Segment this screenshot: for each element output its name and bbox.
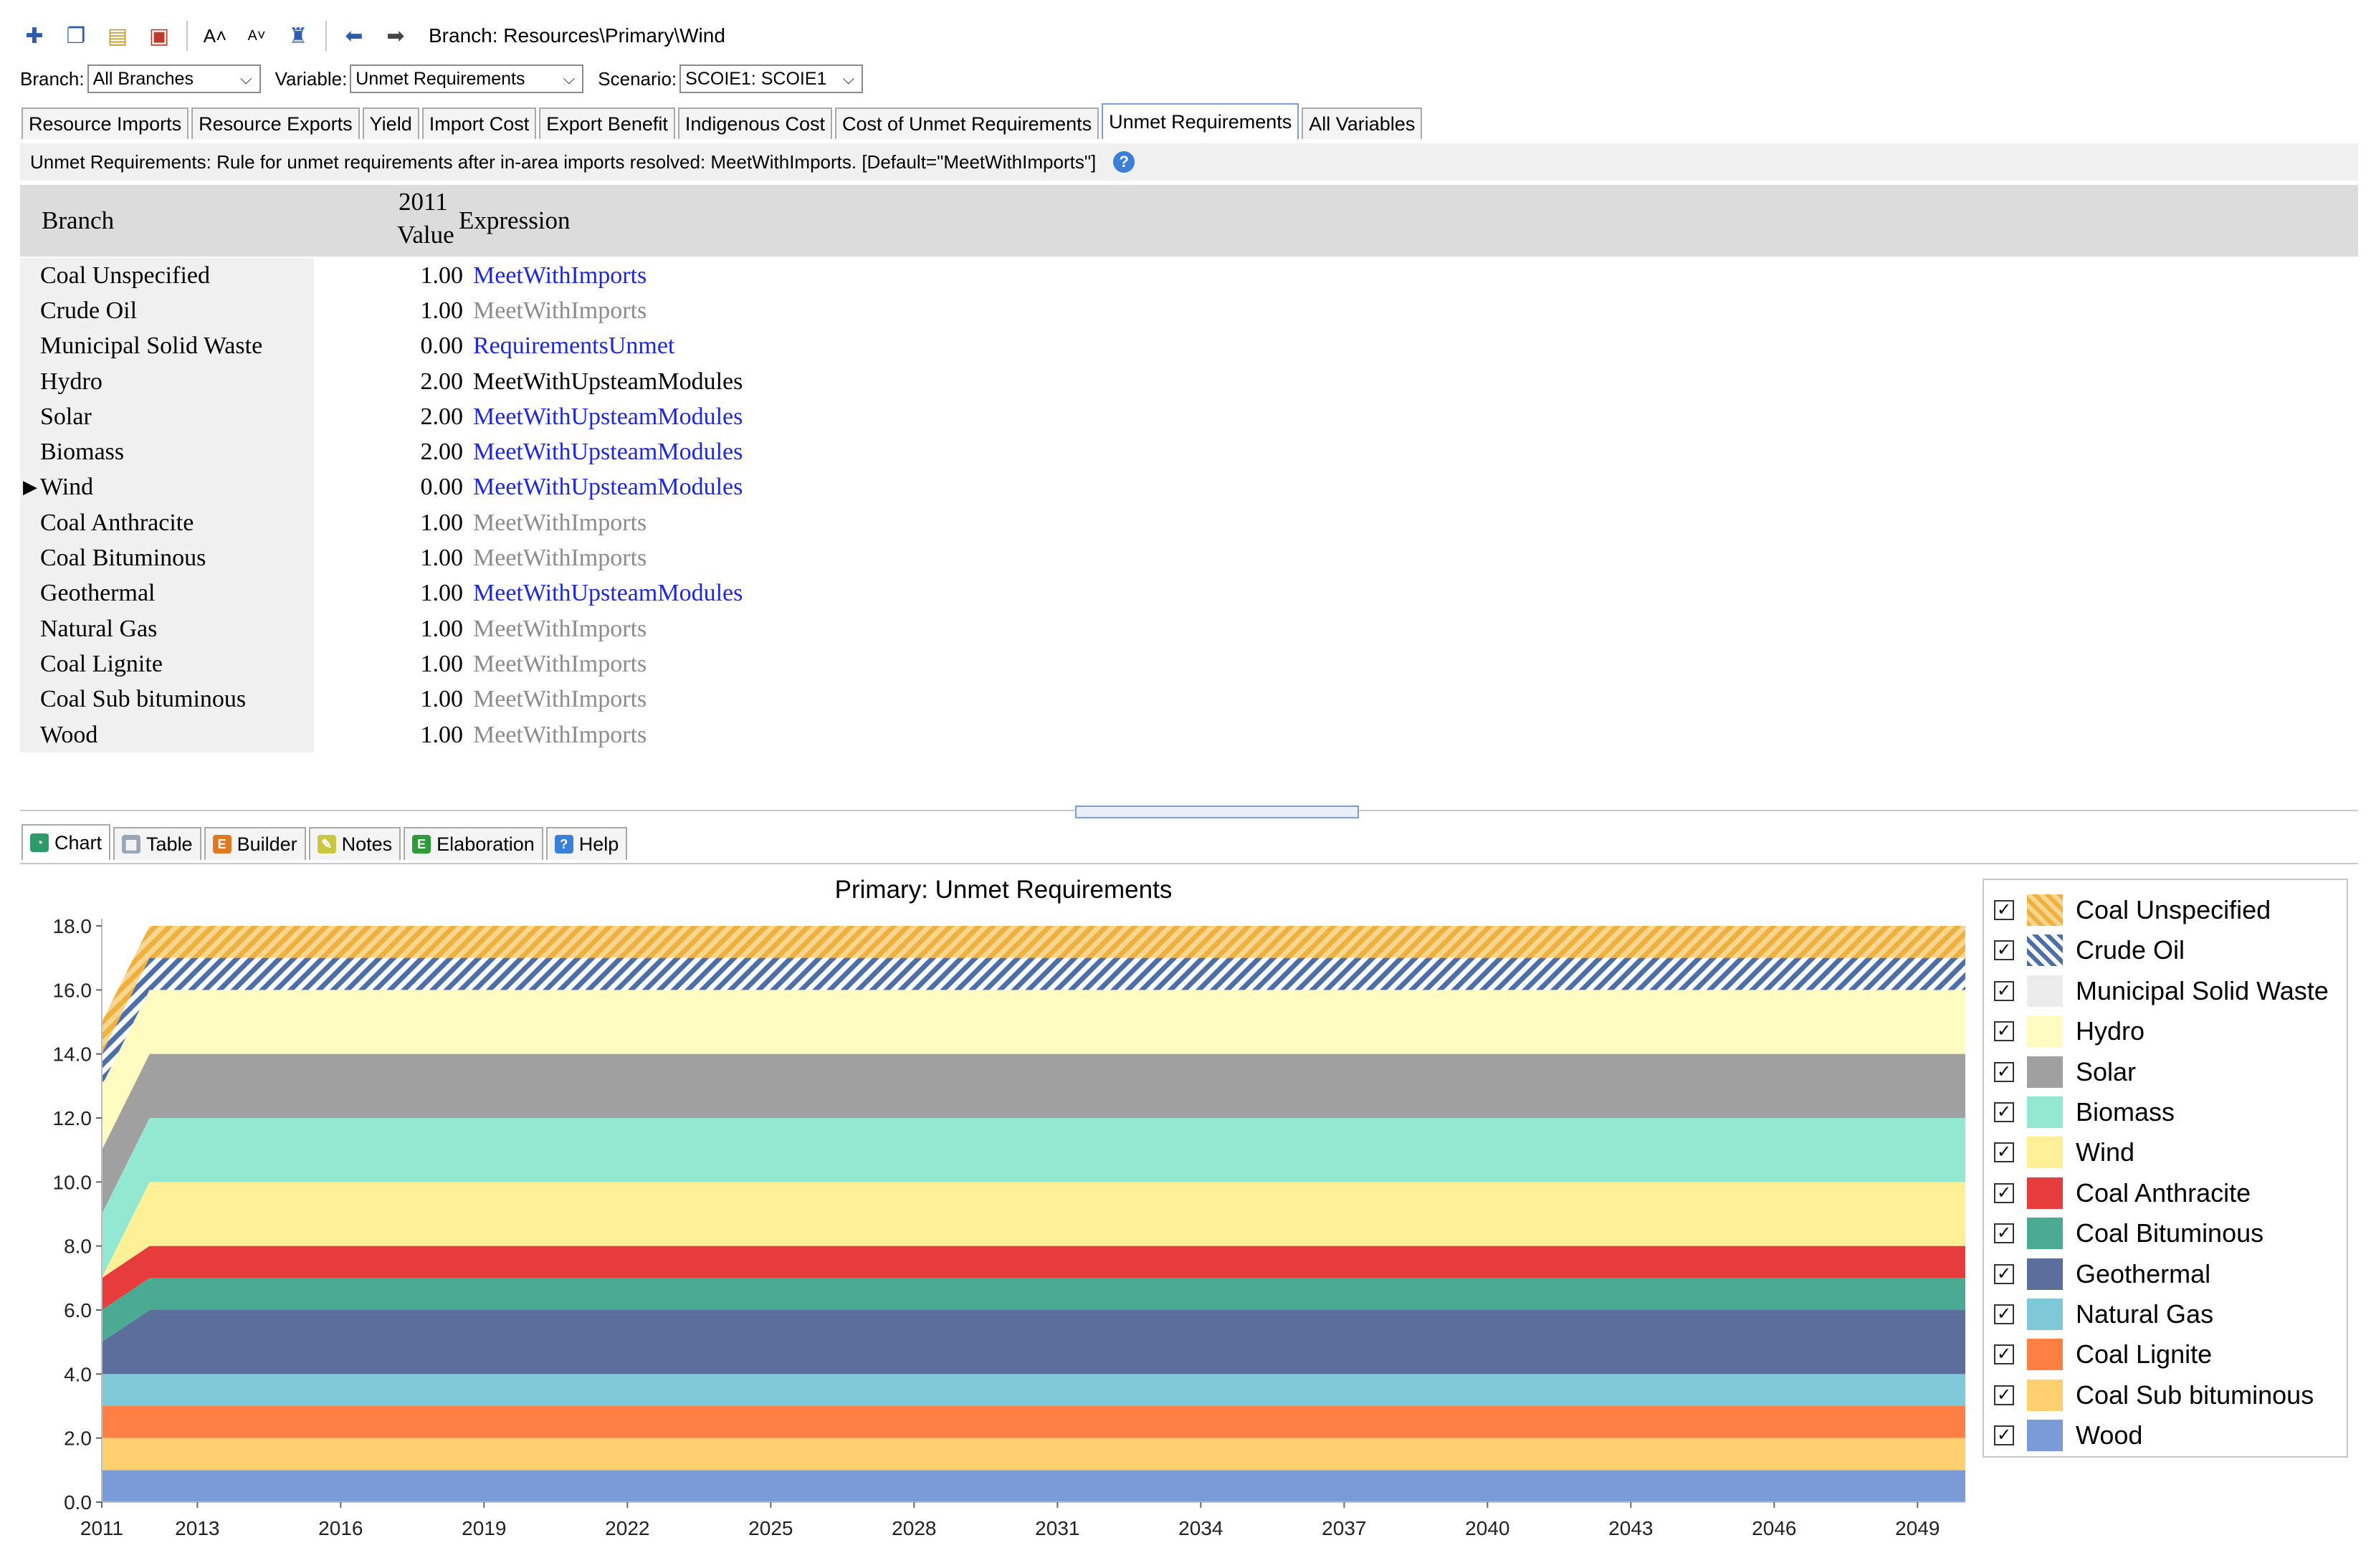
- legend-item[interactable]: ✓ Municipal Solid Waste: [1984, 971, 2329, 1011]
- x-tick-label: 2011: [80, 1517, 123, 1539]
- legend-swatch: [2027, 894, 2063, 926]
- legend-label: Solar: [2076, 1056, 2137, 1086]
- area-geothermal: [102, 1310, 1965, 1375]
- legend-label: Hydro: [2076, 1016, 2145, 1046]
- x-tick-label: 2016: [318, 1517, 363, 1539]
- legend-label: Coal Lignite: [2076, 1339, 2213, 1369]
- x-tick-label: 2037: [1322, 1517, 1366, 1539]
- legend-swatch: [2027, 1299, 2063, 1330]
- legend-item[interactable]: ✓ Geothermal: [1984, 1254, 2210, 1294]
- legend-swatch: [2027, 1339, 2063, 1371]
- checkbox-checked-icon[interactable]: ✓: [1994, 1304, 2014, 1324]
- legend-swatch: [2027, 1056, 2063, 1088]
- y-tick-label: 8.0: [64, 1235, 92, 1258]
- legend-swatch: [2027, 1218, 2063, 1250]
- legend-item[interactable]: ✓ Coal Bituminous: [1984, 1213, 2263, 1253]
- legend-swatch: [2027, 1096, 2063, 1128]
- y-tick-label: 0.0: [64, 1491, 92, 1514]
- legend-label: Geothermal: [2076, 1258, 2211, 1289]
- legend-label: Natural Gas: [2076, 1299, 2214, 1329]
- x-tick-label: 2049: [1895, 1517, 1940, 1539]
- legend-label: Crude Oil: [2076, 935, 2185, 965]
- legend-item[interactable]: ✓ Natural Gas: [1984, 1294, 2213, 1334]
- checkbox-checked-icon[interactable]: ✓: [1994, 1142, 2014, 1163]
- checkbox-checked-icon[interactable]: ✓: [1994, 1223, 2014, 1244]
- legend-item[interactable]: ✓ Coal Unspecified: [1984, 890, 2271, 930]
- checkbox-checked-icon[interactable]: ✓: [1994, 940, 2014, 961]
- x-tick-label: 2031: [1035, 1517, 1079, 1539]
- x-tick-label: 2025: [748, 1517, 793, 1539]
- x-tick-label: 2019: [462, 1517, 506, 1539]
- checkbox-checked-icon[interactable]: ✓: [1994, 1425, 2014, 1446]
- y-tick-label: 12.0: [53, 1107, 92, 1129]
- legend-swatch: [2027, 1420, 2063, 1452]
- legend-label: Wood: [2076, 1420, 2143, 1450]
- legend-swatch: [2027, 1258, 2063, 1290]
- legend-label: Coal Bituminous: [2076, 1218, 2264, 1248]
- checkbox-checked-icon[interactable]: ✓: [1994, 980, 2014, 1001]
- legend-label: Coal Anthracite: [2076, 1177, 2251, 1208]
- x-tick-label: 2034: [1178, 1517, 1223, 1539]
- legend-swatch: [2027, 1137, 2063, 1169]
- legend-label: Biomass: [2076, 1097, 2175, 1127]
- legend-swatch: [2027, 975, 2063, 1007]
- legend-swatch: [2027, 934, 2063, 967]
- legend-label: Municipal Solid Waste: [2076, 975, 2329, 1005]
- legend-item[interactable]: ✓ Biomass: [1984, 1092, 2175, 1132]
- chart-legend: ✓ Coal Unspecified ✓ Crude Oil ✓ Municipal So…: [1983, 879, 2348, 1458]
- legend-label: Coal Sub bituminous: [2076, 1380, 2314, 1410]
- legend-label: Wind: [2076, 1137, 2135, 1167]
- legend-item[interactable]: ✓ Coal Sub bituminous: [1984, 1375, 2314, 1415]
- area-wood: [102, 1470, 1965, 1502]
- x-tick-label: 2028: [892, 1517, 936, 1539]
- legend-label: Coal Unspecified: [2076, 895, 2271, 924]
- checkbox-checked-icon[interactable]: ✓: [1994, 1102, 2014, 1122]
- checkbox-checked-icon[interactable]: ✓: [1994, 1344, 2014, 1365]
- checkbox-checked-icon[interactable]: ✓: [1994, 900, 2014, 920]
- area-coal-lignite: [102, 1406, 1965, 1438]
- legend-item[interactable]: ✓ Solar: [1984, 1052, 2136, 1092]
- y-tick-label: 6.0: [64, 1299, 92, 1321]
- legend-item[interactable]: ✓ Coal Anthracite: [1984, 1173, 2251, 1213]
- legend-item[interactable]: ✓ Wind: [1984, 1132, 2134, 1172]
- legend-swatch: [2027, 1177, 2063, 1209]
- checkbox-checked-icon[interactable]: ✓: [1994, 1021, 2014, 1042]
- area-coal-sub-bituminous: [102, 1438, 1965, 1471]
- checkbox-checked-icon[interactable]: ✓: [1994, 1182, 2014, 1203]
- y-tick-label: 10.0: [53, 1171, 92, 1193]
- legend-item[interactable]: ✓ Crude Oil: [1984, 930, 2185, 970]
- y-tick-label: 16.0: [53, 979, 92, 1001]
- y-tick-label: 18.0: [53, 915, 92, 937]
- checkbox-checked-icon[interactable]: ✓: [1994, 1061, 2014, 1082]
- x-tick-label: 2046: [1752, 1517, 1796, 1539]
- legend-item[interactable]: ✓ Hydro: [1984, 1011, 2145, 1051]
- legend-swatch: [2027, 1379, 2063, 1411]
- y-tick-label: 4.0: [64, 1363, 92, 1385]
- legend-item[interactable]: ✓ Wood: [1984, 1415, 2142, 1455]
- y-tick-label: 2.0: [64, 1428, 92, 1450]
- x-tick-label: 2013: [175, 1517, 219, 1539]
- y-tick-label: 14.0: [53, 1043, 92, 1066]
- legend-item[interactable]: ✓ Coal Lignite: [1984, 1334, 2212, 1375]
- checkbox-checked-icon[interactable]: ✓: [1994, 1263, 2014, 1284]
- x-tick-label: 2040: [1465, 1517, 1509, 1539]
- x-tick-label: 2022: [605, 1517, 649, 1539]
- checkbox-checked-icon[interactable]: ✓: [1994, 1385, 2014, 1405]
- area-natural-gas: [102, 1374, 1965, 1406]
- legend-swatch: [2027, 1015, 2063, 1048]
- x-tick-label: 2043: [1608, 1517, 1653, 1539]
